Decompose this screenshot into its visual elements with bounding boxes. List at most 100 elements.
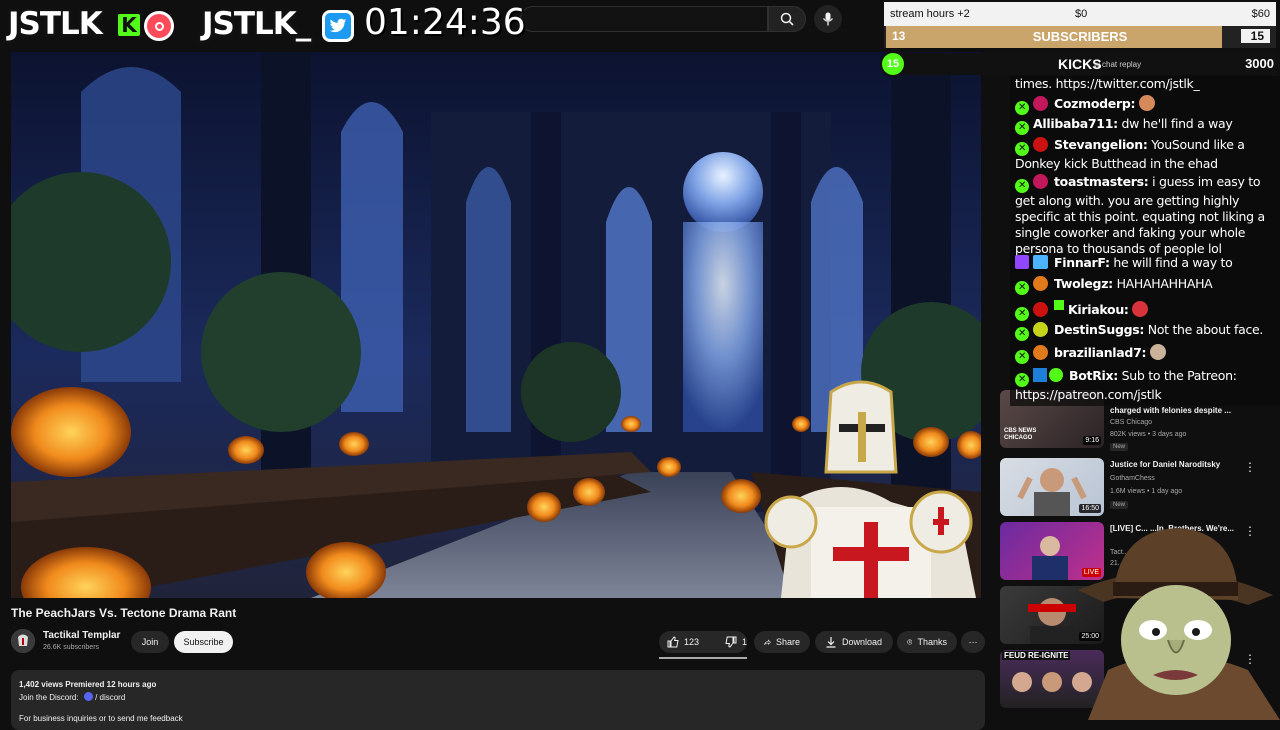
download-icon [826,637,836,648]
kick-mod-icon: ✕ [1015,350,1029,364]
chat-message: ✕ Kiriakou: [1015,300,1277,321]
recommendation-title[interactable]: Justice for Daniel Naroditsky [1110,460,1240,469]
chat-message: FinnarF: he will find a way to [1015,255,1277,271]
chat-replay-hint: w chat replay [1094,60,1142,69]
sub-badge-icon [1033,322,1048,337]
thanks-label: Thanks [917,637,947,647]
kick-mod-icon: ✕ [1015,327,1029,341]
download-button[interactable]: Download [815,631,893,653]
money-current: $0 [1075,8,1088,20]
chat-username[interactable]: toastmasters: [1054,174,1149,189]
chat-username[interactable]: Cozmoderp: [1054,96,1135,111]
chat-username[interactable]: Twolegz: [1054,276,1113,291]
chat-username[interactable]: DestinSuggs: [1054,322,1144,337]
thumbs-up-icon [667,636,679,648]
video-title: The PeachJars Vs. Tectone Drama Rant [11,606,237,620]
chat-username[interactable]: FinnarF: [1054,255,1110,270]
kick-mod-icon: ✕ [1015,373,1029,387]
join-button[interactable]: Join [131,631,169,653]
search-button[interactable] [768,6,806,32]
dislike-button[interactable]: 1 [717,631,755,653]
chat-username[interactable]: BotRix: [1069,368,1118,383]
description-meta: 1,402 views Premiered 12 hours ago [19,680,157,689]
new-badge: New [1110,501,1129,509]
more-actions-button[interactable]: ⋯ [961,631,985,653]
emote-icon [1132,301,1149,317]
discord-link[interactable]: / discord [95,693,125,702]
kick-mod-icon: ✕ [1015,121,1029,135]
chat-username[interactable]: Kiriakou: [1068,302,1129,317]
like-ratio-bar [659,657,747,659]
share-icon [764,638,771,645]
subs-label: SUBSCRIBERS [1032,29,1128,44]
kick-mod-icon: ✕ [1015,101,1029,115]
subs-goal: 15 [1240,29,1270,43]
description-business-text: For business inquiries or to send me fee… [19,714,183,723]
detective-avatar-image [1078,528,1280,720]
chat-message: ✕ Stevangelion: YouSound like a Donkey ki… [1015,137,1277,172]
search-icon [780,12,794,26]
chat-username[interactable]: Stevangelion: [1054,137,1148,152]
thanks-button[interactable]: $ Thanks [897,631,957,653]
chat-text: HAHAHAHHAHA [1116,276,1213,291]
thumbnail-caption: FEUD RE-IGNITE [1002,651,1071,660]
stream-timer: 01:24:36 [364,2,526,43]
kick-mod-icon: ✕ [1015,281,1029,295]
recommendation-channel[interactable]: GothamChess [1110,475,1155,482]
video-thumbnail[interactable]: 16:50 [1000,458,1104,516]
voice-search-button[interactable] [814,5,842,33]
subscriber-goal: 13 SUBSCRIBERS 15 [884,26,1276,48]
thanks-icon: $ [907,639,913,645]
like-dislike-group: 123 1 [659,631,747,653]
kick-mod-icon: ✕ [1015,307,1029,321]
gift-badge-icon [1054,300,1064,310]
channel-name[interactable]: Tactikal Templar [43,630,120,641]
new-badge: New [1110,443,1129,451]
cathedral-scene-image [11,52,981,598]
kick-logo-text: JSTLK [8,6,103,42]
discord-icon [83,692,93,701]
money-goal: $60 [1251,8,1270,20]
subscriber-count: 26.6K subscribers [43,644,100,651]
thumbs-down-icon [725,636,737,648]
video-duration: 9:16 [1083,436,1101,445]
description-box[interactable]: 1,402 views Premiered 12 hours ago Join … [11,670,985,730]
subscribe-button[interactable]: Subscribe [174,631,233,653]
chat-message: ✕ Twolegz: HAHAHAHHAHA [1015,276,1277,295]
chat-text: dw he'll find a way [1121,116,1233,131]
kicks-current: 15 [880,51,906,77]
recommendation-title[interactable]: charged with felonies despite ... [1110,406,1240,415]
dislike-count: 1 [742,637,748,647]
svg-text:$: $ [909,640,911,644]
channel-avatar[interactable] [11,629,35,653]
like-button[interactable]: 123 [659,631,707,653]
chat-username[interactable]: Allibaba711: [1033,116,1118,131]
emote-icon [1149,344,1166,360]
chat-message: ✕ toastmasters: i guess im easy to get al… [1015,174,1277,257]
recommendation-item[interactable]: 16:50 Justice for Daniel Naroditsky Goth… [1000,458,1270,516]
search-input[interactable] [520,6,768,32]
recommendation-meta: 1.6M views • 1 day ago [1110,488,1183,495]
share-label: Share [775,637,800,647]
kick-mod-icon: ✕ [1015,142,1029,156]
video-player[interactable] [11,52,981,598]
chat-message: ✕ brazilianlad7: [1015,344,1277,364]
share-button[interactable]: Share [754,631,810,653]
chat-message: ✕ Cozmoderp: [1015,95,1277,115]
sub-badge-icon [1033,302,1048,317]
crown-badge-icon [1033,255,1048,269]
stream-hours-label: stream hours +2 [890,8,970,20]
chat-text: Not the about face. [1147,322,1264,337]
chat-username[interactable]: brazilianlad7: [1054,345,1146,360]
like-count: 123 [684,637,700,647]
verified-badge-icon [1049,368,1063,382]
twitch-icon [1015,255,1029,269]
sub-badge-icon [1033,276,1048,291]
kicks-goal-value: 3000 [1245,56,1274,71]
download-label: Download [842,637,883,647]
chat-message: ✕ DestinSuggs: Not the about face. [1015,322,1277,341]
recommendation-channel[interactable]: CBS Chicago [1110,419,1152,426]
more-options-icon[interactable]: ⋮ [1244,460,1256,474]
chat-message: ✕ Allibaba711: dw he'll find a way [1015,116,1277,135]
video-duration: 16:50 [1079,504,1101,513]
